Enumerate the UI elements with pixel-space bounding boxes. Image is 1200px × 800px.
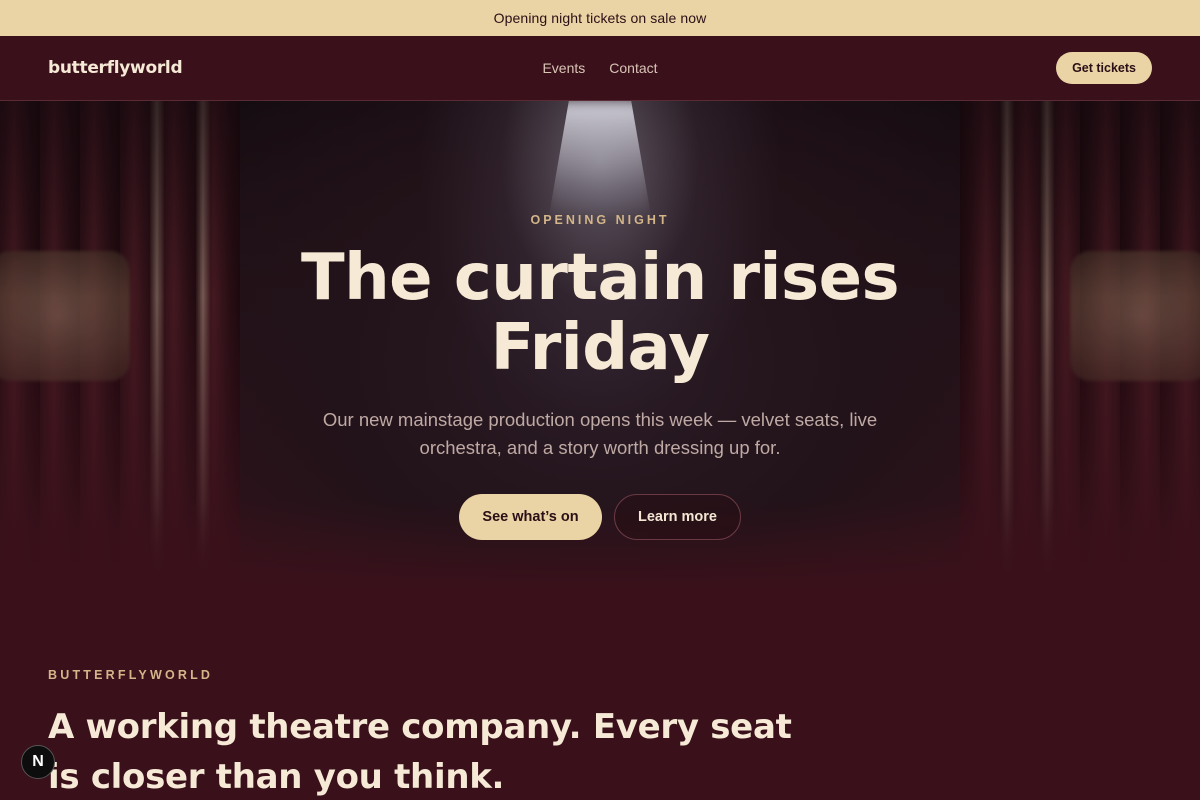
about-eyebrow: BUTTERFLYWORLD [48,668,214,682]
about-title: A working theatre company. Every seat is… [48,707,792,797]
top-navigation: butterflyworld Events Contact Get ticket… [0,36,1200,101]
spotlight-beam [548,101,652,221]
nav-link-events[interactable]: Events [542,60,585,76]
nav-links: Events Contact [542,60,657,76]
hero-headline: The curtain rises Friday [0,243,1200,383]
hero-section: OPENING NIGHT The curtain rises Friday O… [0,101,1200,591]
nextjs-logo-icon[interactable]: N [21,745,55,779]
hero-subtitle: Our new mainstage production opens this … [322,409,878,458]
get-tickets-button[interactable]: Get tickets [1056,52,1152,84]
see-whats-on-button[interactable]: See what’s on [459,494,602,540]
hero-headline-line1: The curtain rises [300,241,900,315]
announcement-bar: Opening night tickets on sale now [0,0,1200,36]
learn-more-button[interactable]: Learn more [614,494,741,540]
hero-headline-line2: Friday [490,311,710,385]
hero-eyebrow: OPENING NIGHT [530,213,670,227]
about-section: BUTTERFLYWORLD A working theatre company… [48,668,1148,800]
nav-link-contact[interactable]: Contact [609,60,657,76]
site-logo[interactable]: butterflyworld [48,58,183,78]
hero-buttons: See what’s on Learn more [0,494,1200,540]
announcement-text: Opening night tickets on sale now [493,10,707,26]
